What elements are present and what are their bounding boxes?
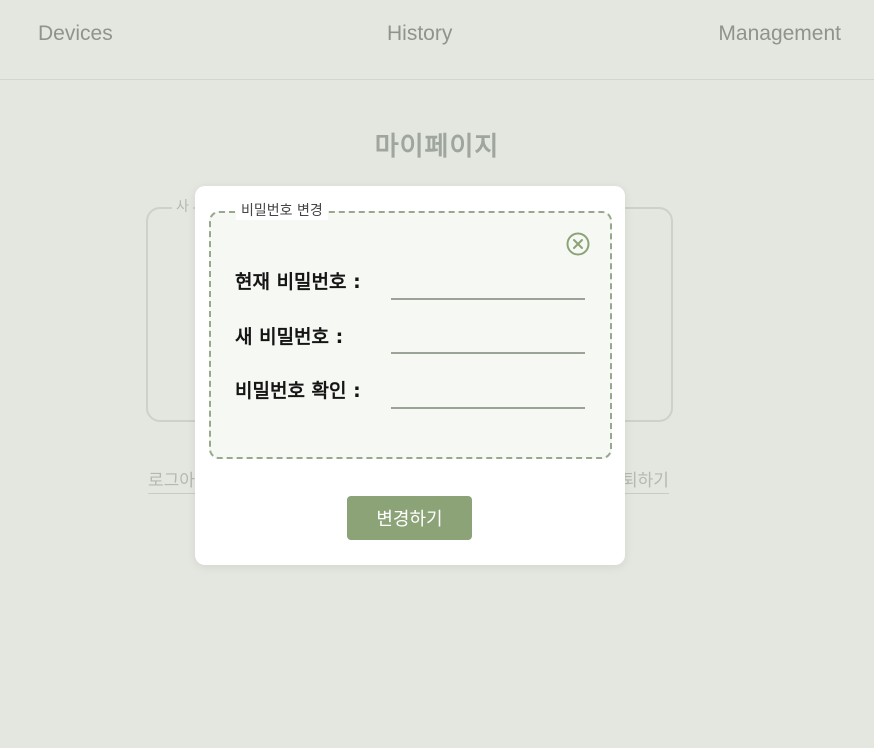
change-password-button[interactable]: 변경하기: [347, 496, 472, 540]
confirm-password-label: 비밀번호 확인 :: [235, 380, 361, 402]
new-password-label: 새 비밀번호 :: [235, 326, 344, 348]
current-password-label: 현재 비밀번호 :: [235, 271, 361, 293]
current-password-input[interactable]: [391, 270, 585, 300]
fieldset-legend: 비밀번호 변경: [236, 202, 328, 220]
nav-devices[interactable]: Devices: [38, 22, 113, 46]
withdraw-link[interactable]: 퇴하기: [622, 466, 669, 494]
confirm-password-input[interactable]: [391, 379, 585, 409]
logout-link[interactable]: 로그아: [148, 466, 195, 494]
close-icon[interactable]: [566, 232, 590, 256]
top-nav: Devices History Management: [0, 0, 874, 80]
password-change-modal: 비밀번호 변경 현재 비밀번호 : 새 비밀번호 : 비밀번호 확인 : 변경하…: [195, 186, 625, 565]
nav-management[interactable]: Management: [718, 22, 841, 46]
profile-card-legend: 사: [172, 196, 193, 216]
page-title: 마이페이지: [374, 132, 500, 162]
new-password-input[interactable]: [391, 324, 585, 354]
nav-history[interactable]: History: [387, 22, 452, 46]
